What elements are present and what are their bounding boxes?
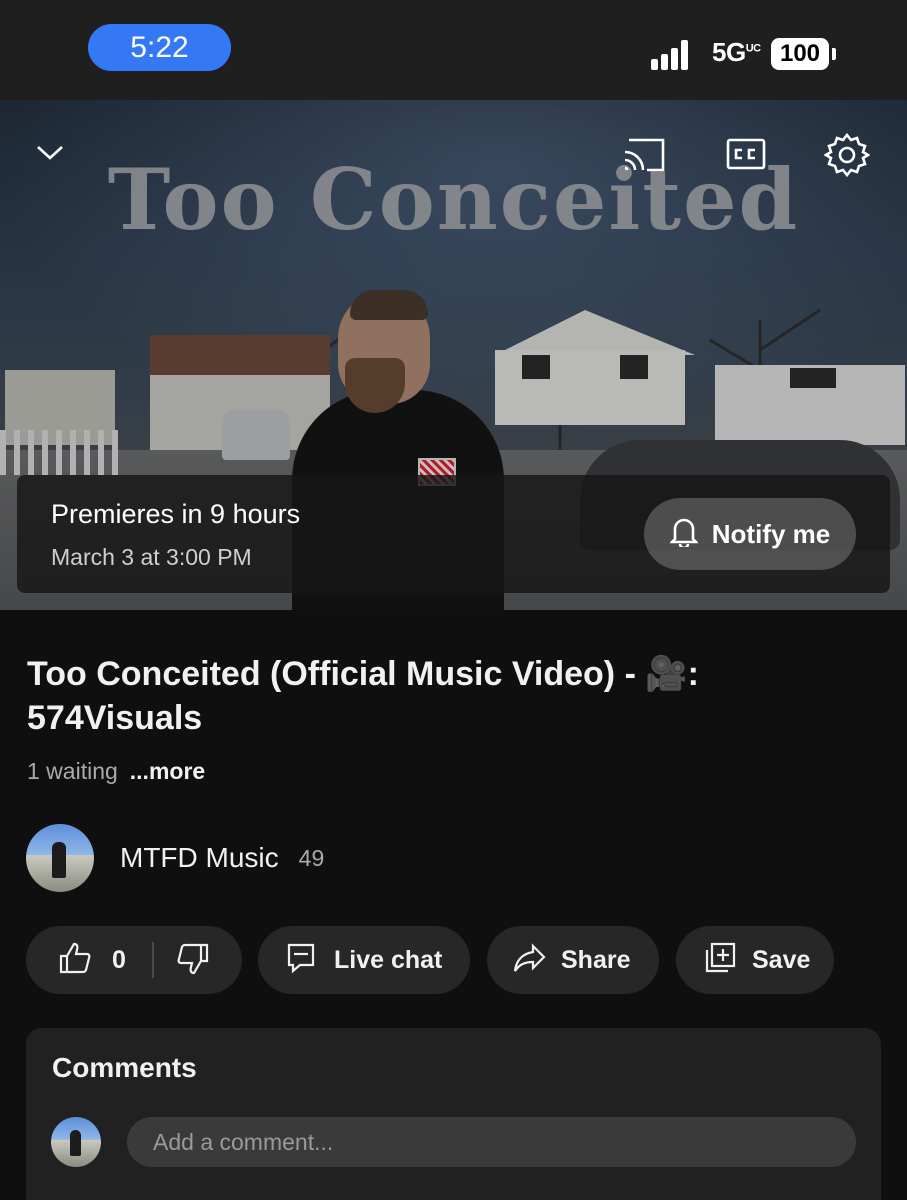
network-type: 5GUC [712, 37, 761, 67]
premiere-banner: Premieres in 9 hours March 3 at 3:00 PM … [17, 475, 890, 593]
live-chat-label: Live chat [334, 945, 443, 974]
live-chat-button[interactable]: Live chat [258, 926, 470, 994]
notify-me-button[interactable]: Notify me [644, 498, 856, 570]
thumbs-up-icon [58, 941, 92, 980]
dislike-button[interactable] [176, 942, 210, 981]
share-label: Share [561, 945, 631, 974]
like-dislike-group: 0 [26, 926, 242, 994]
save-playlist-icon [704, 942, 736, 979]
more-link[interactable]: ...more [130, 758, 205, 784]
like-button[interactable]: 0 [26, 941, 126, 980]
status-time[interactable]: 5:22 [88, 24, 231, 71]
gear-icon[interactable] [822, 130, 872, 180]
comments-section[interactable]: Comments Add a comment... [26, 1028, 881, 1200]
chat-icon [286, 942, 316, 979]
thumbs-down-icon [176, 943, 210, 980]
premiere-date: March 3 at 3:00 PM [51, 544, 252, 570]
add-comment-input[interactable]: Add a comment... [127, 1117, 856, 1167]
video-player[interactable]: Too Conceited Premieres in 9 hours March… [0, 100, 907, 610]
captions-icon[interactable] [722, 132, 770, 176]
save-button[interactable]: Save [676, 926, 834, 994]
cellular-signal-icon [651, 38, 691, 70]
user-avatar [51, 1117, 101, 1167]
premiere-countdown: Premieres in 9 hours [51, 499, 301, 529]
like-divider [152, 942, 154, 978]
video-title[interactable]: Too Conceited (Official Music Video) - 🎥… [27, 652, 877, 740]
channel-row[interactable]: MTFD Music 49 [26, 824, 324, 892]
share-icon [513, 942, 547, 978]
bell-icon [668, 515, 699, 554]
cast-icon[interactable] [618, 132, 670, 176]
status-bar: 5:22 5GUC 100 [0, 0, 907, 100]
channel-name[interactable]: MTFD Music [120, 842, 279, 874]
channel-avatar[interactable] [26, 824, 94, 892]
like-count: 0 [112, 945, 126, 974]
save-label: Save [752, 945, 811, 974]
subscriber-count: 49 [298, 844, 325, 871]
share-button[interactable]: Share [487, 926, 659, 994]
chevron-down-icon[interactable] [28, 132, 72, 172]
notify-me-label: Notify me [711, 518, 831, 549]
video-meta[interactable]: 1 waiting ...more [27, 758, 205, 785]
battery-tip [832, 48, 836, 60]
waiting-count: 1 waiting [27, 758, 118, 784]
comments-title: Comments [52, 1052, 197, 1083]
battery-indicator: 100 [771, 38, 829, 70]
